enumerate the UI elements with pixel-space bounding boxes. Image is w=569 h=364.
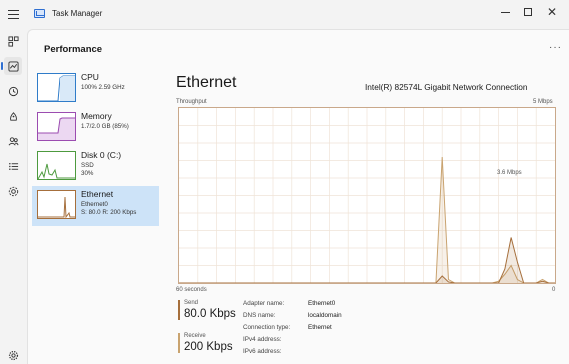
resource-name: CPU <box>81 72 99 82</box>
property-label: DNS name: <box>243 312 276 319</box>
resource-item-cpu[interactable]: CPU 100% 2.59 GHz <box>32 69 159 109</box>
app-history-icon[interactable] <box>4 82 22 100</box>
detail-title: Ethernet <box>176 74 237 91</box>
details-icon[interactable] <box>4 157 22 175</box>
more-options-button[interactable]: ··· <box>549 42 562 53</box>
nav-rail <box>0 28 26 364</box>
send-label: Send <box>184 300 199 306</box>
hamburger-menu-icon[interactable] <box>6 6 22 22</box>
resource-detail: 100% 2.59 GHz <box>81 84 125 91</box>
x-axis-zero-label: 0 <box>552 287 556 293</box>
resource-item-disk[interactable]: Disk 0 (C:) SSD 30% <box>32 147 159 187</box>
property-value: Ethernet <box>308 324 332 331</box>
title-bar: Task Manager ✕ <box>0 0 569 28</box>
close-button[interactable]: ✕ <box>539 3 565 21</box>
maximize-button[interactable] <box>515 3 541 21</box>
receive-label: Receive <box>184 333 206 339</box>
throughput-label: Throughput <box>176 99 207 105</box>
resource-detail: SSD <box>81 162 94 169</box>
ethernet-thumbnail-graph <box>37 190 76 219</box>
x-axis-time-label: 60 seconds <box>176 287 207 293</box>
property-label: Connection type: <box>243 324 291 331</box>
send-stat: Send 80.0 Kbps <box>178 300 238 320</box>
throughput-chart <box>179 108 555 283</box>
y-mid-label: 3.6 Mbps <box>497 170 522 176</box>
property-label: Adapter name: <box>243 300 285 307</box>
receive-value: 200 Kbps <box>184 341 233 353</box>
resource-name: Disk 0 (C:) <box>81 150 122 160</box>
resource-detail: 30% <box>81 170 94 177</box>
memory-thumbnail-graph <box>37 112 76 141</box>
property-value: localdomain <box>308 312 342 319</box>
y-max-label: 5 Mbps <box>533 99 553 105</box>
disk-thumbnail-graph <box>37 151 76 180</box>
performance-icon[interactable] <box>1 57 22 75</box>
receive-stat: Receive 200 Kbps <box>178 333 238 353</box>
processes-icon[interactable] <box>4 32 22 50</box>
resource-item-memory[interactable]: Memory 1.7/2.0 GB (85%) <box>32 108 159 148</box>
page-title: Performance <box>44 44 103 55</box>
resource-detail: Ethernet0 <box>81 201 108 208</box>
minimize-icon <box>500 11 510 13</box>
property-label: IPv6 address: <box>243 348 282 355</box>
main-panel: Performance ··· CPU 100% 2.59 GHz Memory… <box>27 29 569 364</box>
cpu-thumbnail-graph <box>37 73 76 102</box>
resource-detail: S: 80.0 R: 200 Kbps <box>81 209 137 216</box>
task-manager-app-icon <box>34 9 45 18</box>
window-title: Task Manager <box>52 9 103 18</box>
throughput-graph: 3.6 Mbps <box>178 107 556 284</box>
maximize-icon <box>524 8 532 16</box>
users-icon[interactable] <box>4 132 22 150</box>
services-icon[interactable] <box>4 182 22 200</box>
task-manager-window: Task Manager ✕ Performance ··· CPU 100% … <box>0 0 569 364</box>
send-value: 80.0 Kbps <box>184 308 236 320</box>
property-value: Ethernet0 <box>308 300 336 307</box>
resource-detail: 1.7/2.0 GB (85%) <box>81 123 129 130</box>
property-label: IPv4 address: <box>243 336 282 343</box>
resource-name: Memory <box>81 111 112 121</box>
resource-name: Ethernet <box>81 189 114 199</box>
settings-icon[interactable] <box>4 346 22 364</box>
startup-apps-icon[interactable] <box>4 107 22 125</box>
resource-item-ethernet[interactable]: Ethernet Ethernet0 S: 80.0 R: 200 Kbps <box>32 186 159 226</box>
adapter-description: Intel(R) 82574L Gigabit Network Connecti… <box>365 82 528 92</box>
